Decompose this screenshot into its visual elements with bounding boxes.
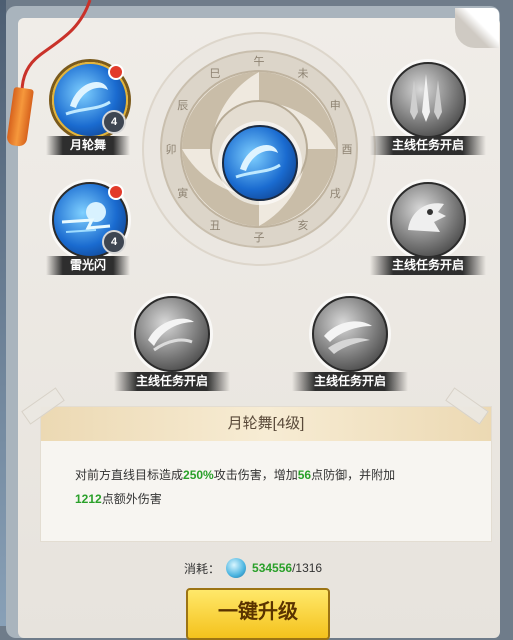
page-curl-corner <box>455 8 499 48</box>
skill-slot-2[interactable]: 4 <box>52 182 128 258</box>
cost-required: /1316 <box>292 561 323 575</box>
center-skill <box>222 125 298 201</box>
upgrade-cost: 消耗： 534556 /1316 <box>184 558 322 578</box>
zodiac-glyph: 未 <box>298 67 309 80</box>
skill-name-label: 雷光闪 <box>46 256 130 275</box>
skill-slot-3[interactable] <box>390 62 466 138</box>
skill-lock-label: 主线任务开启 <box>114 372 230 391</box>
damage-percent-value: 250% <box>183 468 214 482</box>
zodiac-glyph: 申 <box>330 99 341 112</box>
level-badge: 4 <box>102 110 126 134</box>
zodiac-glyph: 子 <box>254 231 265 244</box>
cost-label: 消耗： <box>184 561 221 576</box>
skill-slot-1[interactable]: 4 <box>52 62 128 138</box>
zodiac-glyph: 酉 <box>342 143 353 156</box>
triple-sword-skill-icon <box>410 74 442 122</box>
dragon-head-skill-icon <box>408 203 446 232</box>
zodiac-glyph: 寅 <box>177 186 188 200</box>
cost-owned: 534556 <box>252 561 293 575</box>
zodiac-glyph: 卯 <box>166 143 177 156</box>
extra-damage-value: 1212 <box>75 492 102 506</box>
zodiac-glyph: 辰 <box>177 99 188 112</box>
crescent-moon-skill-icon <box>235 145 281 179</box>
skill-lock-label: 主线任务开启 <box>292 372 408 391</box>
one-click-upgrade-button[interactable]: 一键升级 <box>186 588 330 640</box>
zodiac-glyph: 巳 <box>210 67 221 80</box>
crescent-slash-skill-icon <box>148 318 194 352</box>
zodiac-glyph: 亥 <box>298 218 309 232</box>
skill-name-label: 月轮舞 <box>46 136 130 155</box>
notification-dot <box>108 184 124 200</box>
zodiac-glyph: 丑 <box>210 219 221 232</box>
notification-dot <box>108 64 124 80</box>
skill-lock-label: 主线任务开启 <box>370 136 486 155</box>
skill-slot-6[interactable] <box>312 296 388 372</box>
level-badge: 4 <box>102 230 126 254</box>
skill-detail-panel: 月轮舞[4级] 对前方直线目标造成250%攻击伤害，增加56点防御，并附加 121… <box>40 406 492 542</box>
skill-slot-5[interactable] <box>134 296 210 372</box>
zodiac-glyph: 戌 <box>330 187 341 200</box>
spirit-coin-icon <box>226 558 247 578</box>
skill-slot-4[interactable] <box>390 182 466 258</box>
skill-description: 对前方直线目标造成250%攻击伤害，增加56点防御，并附加 1212点额外伤害 <box>75 468 396 506</box>
zodiac-glyph: 午 <box>254 55 265 68</box>
skill-lock-label: 主线任务开启 <box>370 256 486 275</box>
skill-detail-title: 月轮舞[4级] <box>41 407 491 441</box>
double-slash-skill-icon <box>324 321 372 354</box>
defense-value: 56 <box>297 468 312 482</box>
